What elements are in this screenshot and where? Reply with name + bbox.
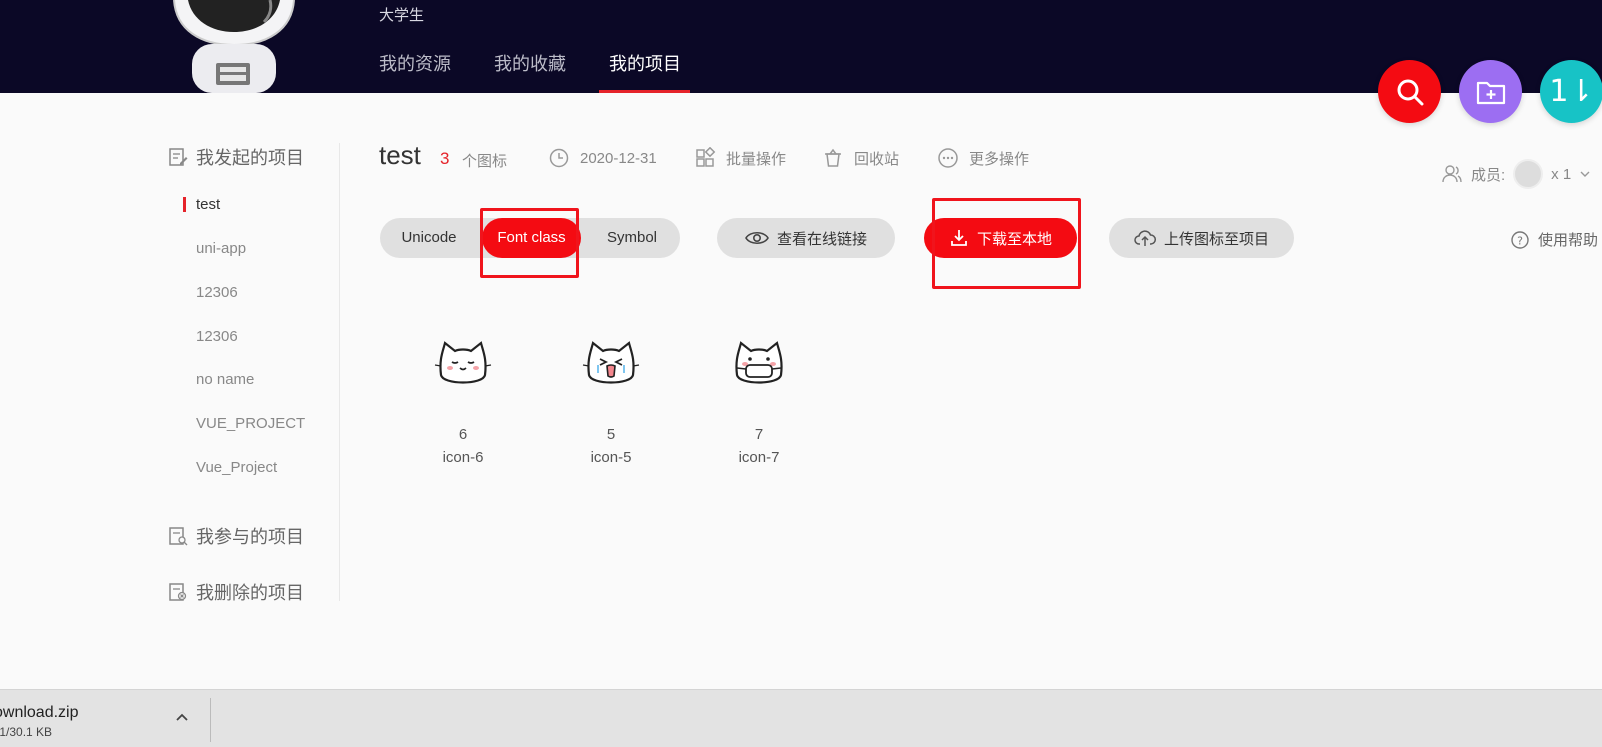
more-icon: [938, 148, 958, 168]
icon-card[interactable]: 7 icon-7: [704, 335, 814, 466]
eye-icon: [745, 231, 769, 245]
top-header: 大学生 我的资源 我的收藏 我的项目: [0, 0, 1602, 93]
project-date: 2020-12-31: [548, 147, 657, 169]
active-project-marker: [183, 197, 186, 212]
add-folder-button[interactable]: [1459, 60, 1522, 123]
chevron-up-icon[interactable]: [175, 710, 189, 724]
tab-my-projects[interactable]: 我的项目: [609, 50, 681, 76]
sidebar-group-participated[interactable]: 我参与的项目: [168, 523, 304, 549]
project-title: test: [379, 140, 421, 170]
sidebar-item-12306[interactable]: 12306: [196, 284, 238, 301]
sidebar-item-vue-project[interactable]: Vue_Project: [196, 459, 277, 476]
sidebar-group-label: 我发起的项目: [196, 148, 304, 168]
members-label: 成员:: [1471, 166, 1506, 184]
recycle-bin-button[interactable]: 回收站: [822, 147, 899, 169]
sidebar-item-no-name[interactable]: no name: [196, 371, 254, 388]
sidebar-group-label: 我参与的项目: [196, 527, 304, 547]
clock-icon: [549, 148, 569, 168]
more-operations-label: 更多操作: [969, 150, 1030, 168]
tab-my-resources[interactable]: 我的资源: [379, 50, 451, 76]
batch-operation-label: 批量操作: [726, 150, 787, 168]
sidebar-item-uni-app[interactable]: uni-app: [196, 240, 246, 257]
search-button[interactable]: [1378, 60, 1441, 123]
members[interactable]: 成员: x 1: [1441, 159, 1591, 189]
more-operations-button[interactable]: 更多操作: [937, 147, 1029, 169]
cloud-upload-icon: [1134, 230, 1156, 246]
format-font-class-button[interactable]: Font class: [482, 218, 581, 258]
icon-card[interactable]: 5 icon-5: [556, 335, 666, 466]
user-role: 大学生: [379, 7, 425, 24]
icon-class: icon-6: [442, 449, 484, 466]
tab-my-favorites[interactable]: 我的收藏: [494, 50, 566, 76]
sidebar-item-vue-project-upper[interactable]: VUE_PROJECT: [196, 415, 305, 432]
sidebar-divider: [339, 143, 340, 601]
project-date-text: 2020-12-31: [580, 149, 657, 167]
member-avatar: [1513, 159, 1544, 189]
cat-mask-icon: [735, 341, 783, 384]
sidebar-item-12306-2[interactable]: 12306: [196, 328, 238, 345]
folder-add-icon: [1476, 81, 1505, 104]
members-count: x 1: [1551, 165, 1572, 183]
icon-class: icon-5: [590, 449, 632, 466]
download-icon: [951, 230, 967, 246]
edit-doc-icon: [169, 148, 188, 166]
upload-icons-label: 上传图标至项目: [1163, 230, 1269, 248]
svg-text:?: ?: [1517, 234, 1523, 247]
sidebar-item-test[interactable]: test: [196, 196, 220, 213]
sort-button[interactable]: 1⇂: [1540, 60, 1602, 123]
cat-crying-icon: [582, 341, 640, 384]
batch-operation-button[interactable]: 批量操作: [694, 147, 786, 169]
grid-icon: [696, 147, 716, 167]
sidebar-group-deleted[interactable]: 我删除的项目: [168, 579, 304, 605]
search-icon: [1397, 79, 1423, 105]
icon-name: 7: [754, 426, 764, 443]
recycle-bin-icon: [825, 148, 841, 167]
format-unicode-button[interactable]: Unicode: [389, 218, 469, 258]
icon-name: 6: [458, 426, 468, 443]
recycle-bin-label: 回收站: [854, 150, 900, 168]
sidebar-group-label: 我删除的项目: [196, 583, 304, 603]
download-progress-text: .1/30.1 KB: [0, 725, 53, 739]
download-local-button[interactable]: 下载至本地: [924, 218, 1077, 258]
icon-count: 3: [440, 149, 450, 168]
download-file-name[interactable]: ownload.zip: [0, 704, 79, 722]
astronaut-avatar: [173, 0, 295, 93]
active-tab-underline: [599, 90, 690, 93]
view-online-link-button[interactable]: 查看在线链接: [717, 218, 895, 258]
format-symbol-button[interactable]: Symbol: [592, 218, 672, 258]
icon-count-label: 个图标: [462, 153, 508, 170]
question-icon: ?: [1511, 230, 1529, 249]
chevron-down-icon: [1580, 171, 1590, 177]
delete-doc-icon: [169, 583, 187, 601]
members-icon: [1442, 165, 1462, 183]
cat-sleepy-icon: [434, 341, 492, 384]
help-label: 使用帮助: [1538, 232, 1599, 249]
sort-icon: 1⇂: [1549, 74, 1594, 109]
download-bar-divider: [210, 698, 211, 742]
help-link[interactable]: ? 使用帮助: [1510, 229, 1598, 250]
view-online-link-label: 查看在线链接: [776, 230, 867, 248]
download-local-label: 下载至本地: [976, 230, 1052, 248]
download-bar: [0, 689, 1602, 747]
icon-name: 5: [606, 426, 616, 443]
icon-card[interactable]: 6 icon-6: [408, 335, 518, 466]
search-doc-icon: [169, 527, 188, 546]
upload-icons-button[interactable]: 上传图标至项目: [1109, 218, 1294, 258]
icon-class: icon-7: [738, 449, 780, 466]
sidebar-group-initiated[interactable]: 我发起的项目: [168, 144, 304, 170]
